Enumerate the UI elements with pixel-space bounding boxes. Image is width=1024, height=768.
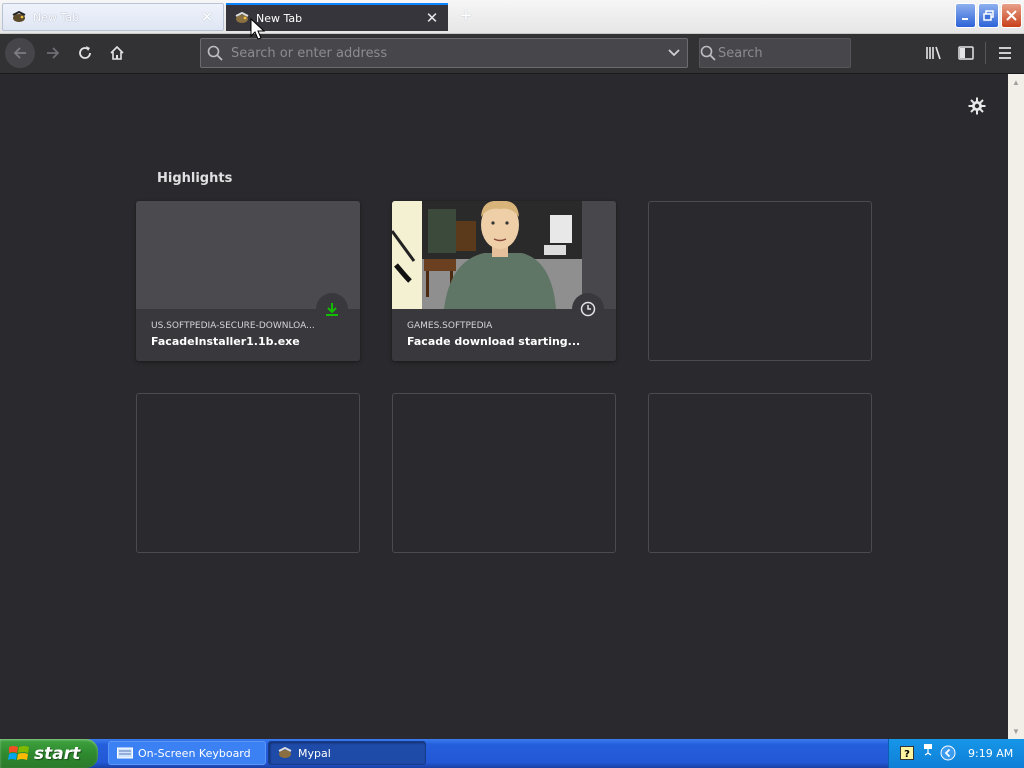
start-button[interactable]: start bbox=[0, 739, 98, 768]
new-tab-page: Highlights US.SOFTPEDIA-SECURE-DOWNLOA..… bbox=[0, 74, 1008, 739]
tab-close-icon[interactable]: ✕ bbox=[424, 10, 440, 27]
search-bar[interactable] bbox=[699, 38, 890, 68]
toolbar-divider bbox=[985, 42, 986, 64]
taskbar-item-label: On-Screen Keyboard bbox=[138, 746, 251, 760]
menu-button[interactable] bbox=[992, 40, 1018, 66]
arrow-left-icon bbox=[13, 47, 26, 59]
close-icon bbox=[1006, 10, 1017, 21]
mypal-icon bbox=[278, 747, 292, 758]
gear-icon bbox=[968, 97, 986, 115]
highlight-card[interactable]: GAMES.SOFTPEDIA Facade download starting… bbox=[392, 201, 616, 361]
mypal-favicon-icon bbox=[11, 11, 27, 23]
scroll-up-arrow-icon[interactable]: ▲ bbox=[1008, 74, 1024, 90]
search-input[interactable] bbox=[716, 44, 890, 62]
empty-highlight-slot bbox=[648, 201, 872, 361]
hamburger-menu-icon bbox=[999, 47, 1011, 59]
clock[interactable]: 9:19 AM bbox=[968, 747, 1013, 760]
download-icon bbox=[326, 303, 338, 316]
sidebar-icon bbox=[958, 46, 974, 60]
clock-icon bbox=[580, 301, 596, 317]
arrow-right-icon bbox=[47, 47, 60, 59]
mypal-favicon-icon bbox=[234, 12, 250, 24]
minimize-button[interactable] bbox=[955, 3, 976, 28]
empty-highlight-slot bbox=[136, 393, 360, 553]
system-tray: ? 9:19 AM bbox=[888, 739, 1024, 768]
tab-close-icon[interactable]: ✕ bbox=[199, 9, 215, 26]
windows-logo-icon bbox=[8, 745, 29, 760]
reload-button[interactable] bbox=[70, 38, 100, 68]
svg-text:?: ? bbox=[904, 749, 910, 760]
search-icon bbox=[700, 45, 716, 61]
sidebar-button[interactable] bbox=[953, 40, 979, 66]
address-bar[interactable] bbox=[200, 38, 688, 68]
address-input[interactable] bbox=[229, 44, 661, 62]
library-button[interactable] bbox=[921, 40, 947, 66]
taskbar-item-label: Mypal bbox=[298, 746, 331, 760]
forward-button[interactable] bbox=[38, 38, 68, 68]
page-settings-button[interactable] bbox=[965, 94, 989, 118]
navigation-toolbar bbox=[0, 34, 1024, 74]
windows-taskbar: start On-Screen Keyboard Mypal ? 9:19 AM bbox=[0, 739, 1024, 768]
home-button[interactable] bbox=[102, 38, 132, 68]
scroll-down-arrow-icon[interactable]: ▼ bbox=[1008, 723, 1024, 739]
highlight-card[interactable]: US.SOFTPEDIA-SECURE-DOWNLOA... FacadeIns… bbox=[136, 201, 360, 361]
tab-title: New Tab bbox=[33, 10, 80, 24]
library-icon bbox=[926, 46, 941, 60]
close-button[interactable] bbox=[1001, 3, 1022, 28]
minimize-icon bbox=[961, 17, 968, 20]
start-label: start bbox=[34, 743, 81, 764]
home-icon bbox=[110, 45, 124, 60]
taskbar-item-mypal[interactable]: Mypal bbox=[268, 741, 426, 765]
card-title: FacadeInstaller1.1b.exe bbox=[151, 335, 300, 348]
restore-button[interactable] bbox=[978, 3, 999, 28]
reload-icon bbox=[79, 46, 91, 59]
download-badge bbox=[316, 293, 348, 325]
tray-chevron-icon[interactable] bbox=[940, 745, 956, 761]
chevron-down-icon[interactable] bbox=[661, 48, 687, 58]
highlights-heading: Highlights bbox=[157, 171, 233, 186]
mouse-cursor-icon bbox=[250, 18, 266, 40]
tab-new-tab-1[interactable]: New Tab ✕ bbox=[2, 3, 224, 31]
new-tab-button[interactable]: + bbox=[456, 6, 476, 26]
empty-highlight-slot bbox=[392, 393, 616, 553]
restore-icon bbox=[983, 10, 994, 21]
tab-title: New Tab bbox=[256, 11, 303, 25]
card-title: Facade download starting... bbox=[407, 335, 581, 348]
help-icon[interactable]: ? bbox=[900, 746, 914, 760]
back-button[interactable] bbox=[5, 38, 35, 68]
tab-strip: New Tab ✕ New Tab ✕ + bbox=[0, 0, 1024, 34]
taskbar-item-on-screen-keyboard[interactable]: On-Screen Keyboard bbox=[108, 741, 266, 765]
vertical-scrollbar[interactable]: ▲ ▼ bbox=[1008, 74, 1024, 739]
card-hostname: US.SOFTPEDIA-SECURE-DOWNLOA... bbox=[151, 321, 315, 331]
empty-highlight-slot bbox=[648, 393, 872, 553]
card-hostname: GAMES.SOFTPEDIA bbox=[407, 321, 493, 331]
network-icon[interactable] bbox=[922, 743, 934, 757]
keyboard-icon bbox=[117, 747, 133, 759]
history-badge bbox=[572, 293, 604, 325]
search-icon bbox=[201, 45, 229, 61]
